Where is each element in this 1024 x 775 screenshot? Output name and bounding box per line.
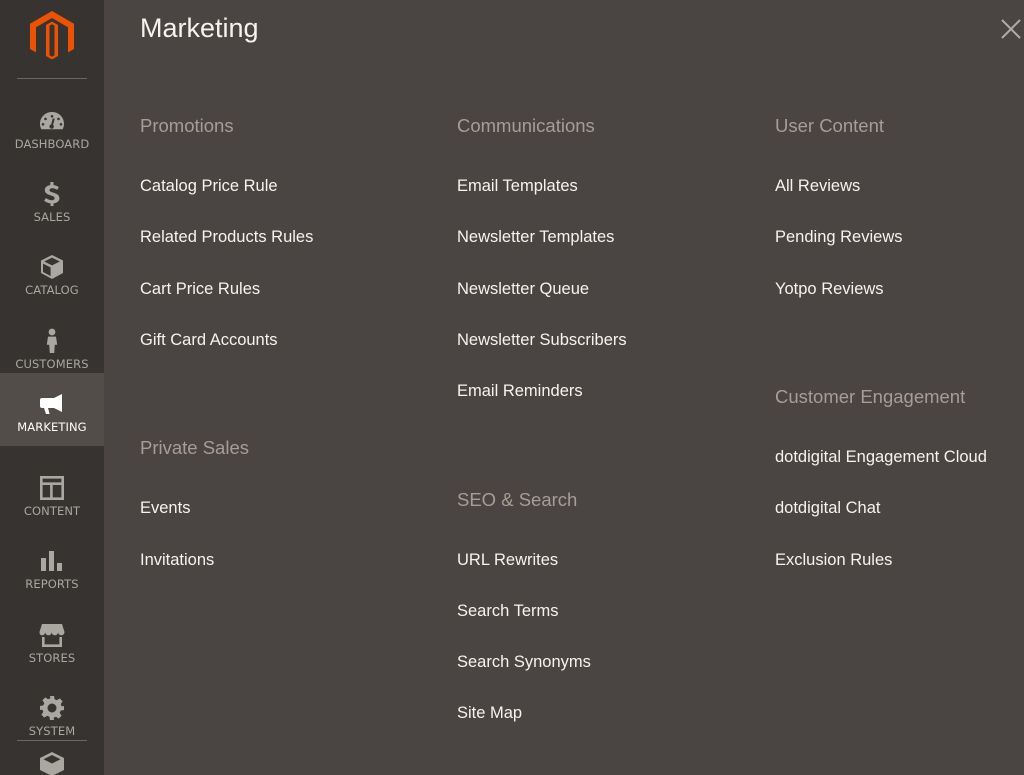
menu-link-all-reviews[interactable]: All Reviews xyxy=(775,177,860,196)
extensions-icon[interactable] xyxy=(38,750,66,775)
megaphone-icon xyxy=(38,390,66,418)
menu-link-email-reminders[interactable]: Email Reminders xyxy=(457,382,583,401)
gear-icon xyxy=(38,694,66,722)
sidebar-divider xyxy=(17,78,87,79)
close-button[interactable] xyxy=(1000,18,1022,40)
menu-link-pending-reviews[interactable]: Pending Reviews xyxy=(775,228,903,247)
bar-chart-icon xyxy=(38,547,66,575)
group-title-seo-search: SEO & Search xyxy=(457,489,578,510)
sidebar-item-label: STORES xyxy=(28,651,76,665)
sidebar-item-label: CUSTOMERS xyxy=(15,357,89,371)
menu-link-url-rewrites[interactable]: URL Rewrites xyxy=(457,551,558,570)
panel-title: Marketing xyxy=(140,13,259,43)
menu-link-catalog-price-rule[interactable]: Catalog Price Rule xyxy=(140,177,278,196)
menu-link-newsletter-queue[interactable]: Newsletter Queue xyxy=(457,280,589,299)
menu-link-newsletter-subscribers[interactable]: Newsletter Subscribers xyxy=(457,331,627,350)
sidebar-item-label: CONTENT xyxy=(23,504,81,518)
sidebar-item-label: DASHBOARD xyxy=(14,137,90,151)
menu-link-email-templates[interactable]: Email Templates xyxy=(457,177,578,196)
admin-sidebar: DASHBOARD SALES CATALOG CUSTOMERS MARKET… xyxy=(0,0,104,775)
group-title-communications: Communications xyxy=(457,115,595,136)
dashboard-icon xyxy=(38,107,66,135)
sidebar-divider xyxy=(17,740,87,741)
menu-link-dotdigital-chat[interactable]: dotdigital Chat xyxy=(775,499,881,518)
magento-logo-icon xyxy=(30,11,74,59)
person-icon xyxy=(38,327,66,355)
menu-link-exclusion-rules[interactable]: Exclusion Rules xyxy=(775,551,892,570)
sidebar-item-label: SALES xyxy=(33,210,71,224)
menu-link-cart-price-rules[interactable]: Cart Price Rules xyxy=(140,280,260,299)
menu-link-site-map[interactable]: Site Map xyxy=(457,704,522,723)
sidebar-item-catalog[interactable]: CATALOG xyxy=(0,236,104,309)
menu-link-invitations[interactable]: Invitations xyxy=(140,551,214,570)
group-title-private-sales: Private Sales xyxy=(140,437,249,458)
menu-link-related-products-rules[interactable]: Related Products Rules xyxy=(140,228,313,247)
sidebar-item-label: SYSTEM xyxy=(28,724,76,738)
group-title-promotions: Promotions xyxy=(140,115,234,136)
menu-link-dotdigital-engagement-cloud[interactable]: dotdigital Engagement Cloud xyxy=(775,448,987,467)
cube-icon xyxy=(38,253,66,281)
sidebar-item-stores[interactable]: STORES xyxy=(0,604,104,677)
storefront-icon xyxy=(38,621,66,649)
sidebar-item-label: CATALOG xyxy=(25,283,79,297)
layout-icon xyxy=(38,474,66,502)
menu-link-yotpo-reviews[interactable]: Yotpo Reviews xyxy=(775,280,884,299)
group-title-user-content: User Content xyxy=(775,115,884,136)
menu-link-newsletter-templates[interactable]: Newsletter Templates xyxy=(457,228,614,247)
group-title-customer-engagement: Customer Engagement xyxy=(775,386,966,407)
menu-link-events[interactable]: Events xyxy=(140,499,190,518)
sidebar-item-sales[interactable]: SALES xyxy=(0,163,104,236)
magento-logo[interactable] xyxy=(0,0,104,78)
dollar-icon xyxy=(38,180,66,208)
sidebar-item-marketing[interactable]: MARKETING xyxy=(0,373,104,446)
sidebar-item-dashboard[interactable]: DASHBOARD xyxy=(0,90,104,163)
menu-link-search-synonyms[interactable]: Search Synonyms xyxy=(457,653,591,672)
menu-link-search-terms[interactable]: Search Terms xyxy=(457,602,558,621)
close-icon xyxy=(1001,19,1021,39)
sidebar-item-content[interactable]: CONTENT xyxy=(0,457,104,530)
menu-link-gift-card-accounts[interactable]: Gift Card Accounts xyxy=(140,331,278,350)
sidebar-item-label: MARKETING xyxy=(17,420,87,434)
sidebar-item-label: REPORTS xyxy=(25,577,79,591)
sidebar-item-reports[interactable]: REPORTS xyxy=(0,530,104,603)
